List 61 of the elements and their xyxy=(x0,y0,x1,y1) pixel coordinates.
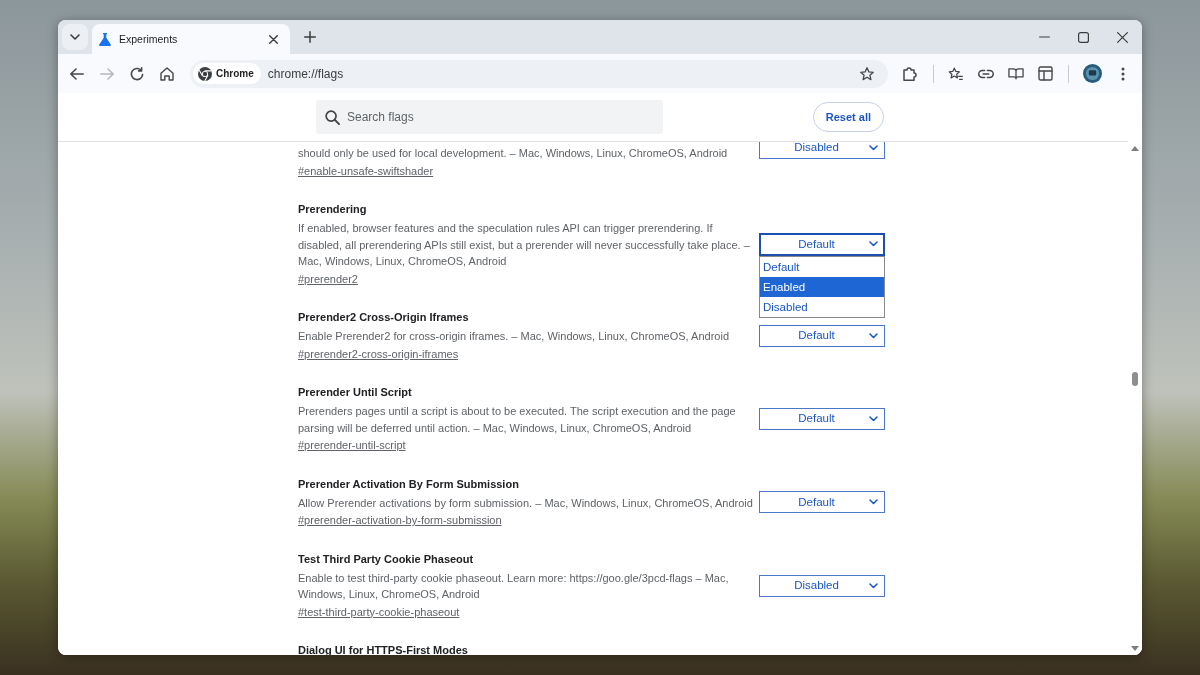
flag-link[interactable]: #prerender-until-script xyxy=(298,437,406,454)
flag-title: Test Third Party Cookie Phaseout xyxy=(298,551,474,567)
flag-description: Prerenders pages until a script is about to be executed. The script execution and the page parsing will be deferred until action. – Mac, Windows, Linux, ChromeOS, Android xyxy=(298,404,737,436)
browser-logo-icon xyxy=(198,66,212,81)
flag-description: Enable Prerender2 for cross-origin iframes. – Mac, Windows, Linux, ChromeOS, Android xyxy=(298,329,730,344)
flask-icon xyxy=(99,32,111,46)
close-icon[interactable] xyxy=(1117,31,1128,43)
tab[interactable]: Experiments xyxy=(92,24,290,54)
triangle-down-icon[interactable] xyxy=(1131,646,1139,651)
flag-title: Prerender Until Script xyxy=(298,385,412,400)
maximize-icon[interactable] xyxy=(1078,31,1089,43)
left-arrow-icon[interactable] xyxy=(70,67,84,80)
flag-link[interactable]: #enable-unsafe-swiftshader xyxy=(298,162,434,180)
dropdown[interactable]: Default xyxy=(759,324,885,347)
search-icon xyxy=(325,109,340,125)
flag-description: Allow Prerender activations by form submission. – Mac, Windows, Linux, ChromeOS, Android xyxy=(298,495,754,511)
chain-link-icon[interactable] xyxy=(977,68,994,79)
chevron-down-icon xyxy=(869,582,878,589)
flag-link[interactable]: #prerender-activation-by-form-submission xyxy=(298,512,502,529)
reset-all-button[interactable]: Reset all xyxy=(812,102,884,132)
dropdown[interactable]: Default xyxy=(759,408,885,430)
chevron-down-icon xyxy=(70,34,80,40)
open-book-icon[interactable] xyxy=(1007,67,1024,80)
scrollbar-thumb[interactable] xyxy=(1132,372,1138,386)
flag-link[interactable]: #test-third-party-cookie-phaseout xyxy=(298,603,460,621)
star-icon[interactable] xyxy=(860,66,874,81)
flag-link[interactable]: #prerender2 xyxy=(298,270,358,288)
flag-title: Prerendering xyxy=(298,202,367,217)
close-icon[interactable] xyxy=(269,34,278,44)
url-text: chrome://flags xyxy=(267,66,344,81)
flag-description: should only be used for local development. – Mac, Windows, Linux, ChromeOS, Android xyxy=(298,146,729,161)
side-panel-icon[interactable] xyxy=(1038,66,1053,81)
tab-search-button[interactable] xyxy=(62,24,88,50)
chevron-down-icon xyxy=(869,499,878,506)
chevron-down-icon xyxy=(869,416,878,422)
search-field[interactable]: Search flags xyxy=(316,100,663,134)
star-list-icon[interactable] xyxy=(948,66,963,81)
flag-link[interactable]: #prerender2-cross-origin-iframes xyxy=(298,345,459,363)
chevron-down-icon xyxy=(869,332,878,339)
menu-icon[interactable] xyxy=(1120,66,1125,81)
flag-description: Enable to test third-party cookie phaseout. Learn more: https://goo.gle/3pcd-flags – Mac, Windows, Linux, ChromeOS, Android xyxy=(298,570,730,602)
dropdown-option[interactable]: Enabled xyxy=(760,276,884,297)
triangle-up-icon[interactable] xyxy=(1131,146,1139,151)
dropdown[interactable]: Disabled xyxy=(759,574,885,597)
plus-icon[interactable] xyxy=(304,31,316,43)
flag-title: Prerender Activation By Form Submission xyxy=(298,476,519,492)
dropdown[interactable]: Default xyxy=(759,232,885,256)
flag-description: If enabled, browser features and the speculation rules API can trigger prerendering. If disabled, all prerendering APIs still exist, but a prerender will never successfully take place. – Mac, Windows, Linux, ChromeOS, Android xyxy=(298,221,751,269)
puzzle-piece-icon[interactable] xyxy=(903,66,917,81)
dropdown[interactable]: Default xyxy=(759,491,885,514)
avatar-icon[interactable] xyxy=(1083,64,1102,83)
chevron-down-icon xyxy=(869,241,878,248)
house-icon[interactable] xyxy=(160,66,174,81)
flag-title: Prerender2 Cross-Origin Iframes xyxy=(298,310,469,325)
dropdown[interactable]: Disabled xyxy=(759,142,885,159)
reload-icon[interactable] xyxy=(130,66,144,81)
site-info-chip[interactable]: Chrome xyxy=(193,63,261,84)
dropdown-option[interactable]: Default xyxy=(760,256,884,277)
address-bar[interactable]: Chrome chrome://flags xyxy=(190,59,888,88)
dropdown-option[interactable]: Disabled xyxy=(760,296,884,317)
chevron-down-icon xyxy=(869,145,878,151)
